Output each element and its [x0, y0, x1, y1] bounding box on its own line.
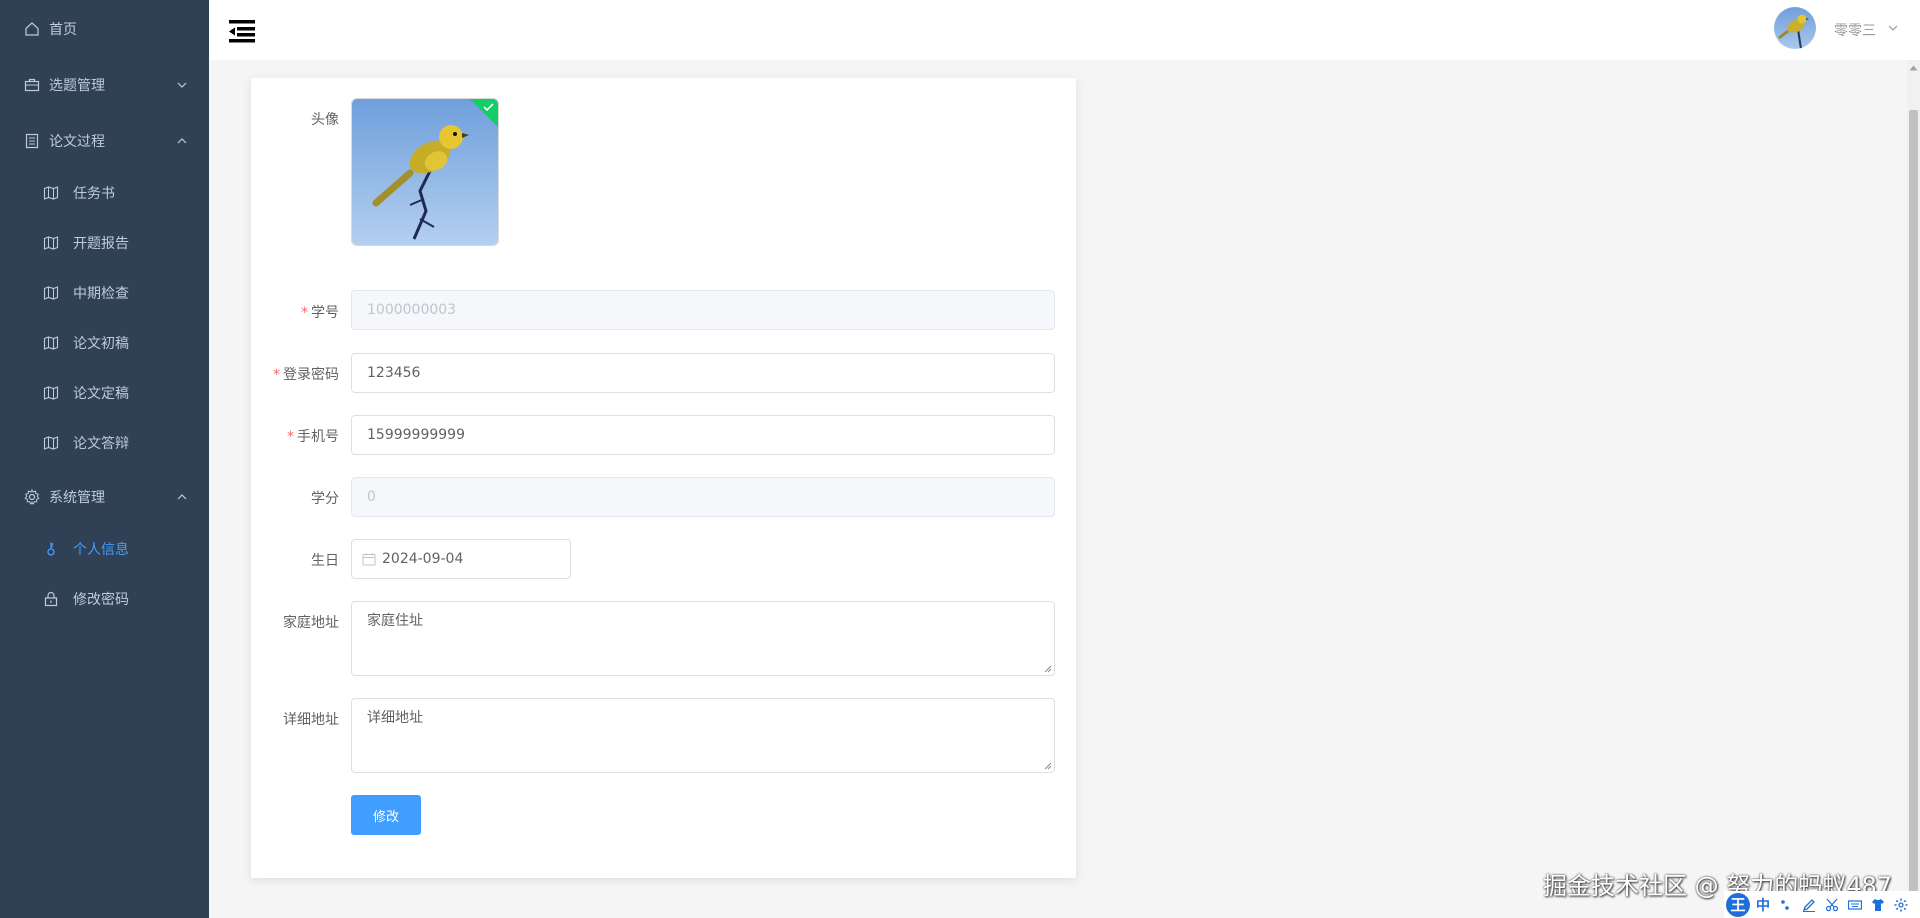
birthday-value: 2024-09-04: [382, 551, 464, 567]
sidebar-item-label: 论文过程: [49, 134, 105, 150]
map-icon: [43, 235, 59, 251]
student-id-label: * 学号: [301, 305, 339, 321]
settings-icon[interactable]: [1894, 898, 1908, 912]
gear-icon: [24, 489, 40, 505]
scroll-thumb[interactable]: [1909, 110, 1918, 918]
sidebar-item-label: 首页: [49, 22, 77, 38]
resize-handle-icon[interactable]: [1044, 665, 1052, 673]
user-name[interactable]: 零零三: [1834, 20, 1876, 40]
avatar-uploader[interactable]: [351, 98, 499, 246]
sidebar-item-label: 中期检查: [73, 286, 129, 302]
chevron-up-icon: [177, 136, 187, 146]
calendar-icon: [362, 552, 376, 566]
sidebar-item-label: 论文定稿: [73, 386, 129, 402]
chevron-down-icon[interactable]: [1888, 24, 1898, 32]
upload-success-icon: [470, 99, 498, 127]
sidebar-item-personal-info[interactable]: 个人信息: [0, 524, 209, 574]
ime-logo[interactable]: 王: [1726, 892, 1750, 917]
credits-input: 0: [351, 477, 1055, 517]
key-icon: [43, 541, 59, 557]
skin-shirt-icon[interactable]: [1871, 898, 1885, 912]
sidebar-item-topic-management[interactable]: 选题管理: [0, 57, 209, 113]
chevron-down-icon: [177, 80, 187, 90]
detail-address-textarea[interactable]: 详细地址: [351, 698, 1055, 773]
sidebar-item-final-draft[interactable]: 论文定稿: [0, 368, 209, 418]
pen-icon[interactable]: [1802, 898, 1816, 912]
phone-label: * 手机号: [287, 429, 339, 445]
detail-address-value: 详细地址: [367, 710, 423, 726]
page-scrollbar[interactable]: [1907, 60, 1920, 918]
sidebar-item-thesis-process[interactable]: 论文过程: [0, 113, 209, 169]
top-header: [209, 0, 1920, 60]
map-icon: [43, 435, 59, 451]
password-input[interactable]: 123456: [351, 353, 1055, 393]
resize-handle-icon[interactable]: [1044, 762, 1052, 770]
sidebar-item-label: 系统管理: [49, 490, 105, 506]
document-icon: [24, 133, 40, 149]
home-address-value: 家庭住址: [367, 613, 423, 629]
phone-input[interactable]: 15999999999: [351, 415, 1055, 455]
sidebar-item-home[interactable]: 首页: [0, 1, 209, 57]
detail-address-label: 详细地址: [283, 712, 339, 728]
punctuation-icon[interactable]: [1779, 898, 1793, 912]
sidebar-item-label: 修改密码: [73, 592, 129, 608]
user-avatar[interactable]: [1774, 7, 1816, 49]
modify-button[interactable]: 修改: [351, 795, 421, 835]
sidebar-item-system-management[interactable]: 系统管理: [0, 469, 209, 525]
map-icon: [43, 335, 59, 351]
sidebar-item-midterm-check[interactable]: 中期检查: [0, 268, 209, 318]
map-icon: [43, 185, 59, 201]
home-address-textarea[interactable]: 家庭住址: [351, 601, 1055, 676]
sidebar-item-proposal-report[interactable]: 开题报告: [0, 218, 209, 268]
sidebar-item-first-draft[interactable]: 论文初稿: [0, 318, 209, 368]
scissors-icon[interactable]: [1825, 898, 1839, 912]
home-icon: [24, 21, 40, 37]
map-icon: [43, 285, 59, 301]
sidebar: 首页 选题管理 论文过程 任务书 开题报告 中期检查 论文初稿 论文定稿 论文答…: [0, 0, 209, 918]
birthday-label: 生日: [311, 553, 339, 569]
password-label: * 登录密码: [273, 367, 339, 383]
sidebar-item-label: 开题报告: [73, 236, 129, 252]
menu-toggle-icon[interactable]: [229, 19, 255, 43]
sidebar-item-label: 选题管理: [49, 78, 105, 94]
keyboard-icon[interactable]: [1848, 898, 1862, 912]
ime-mode-indicator[interactable]: 中: [1756, 895, 1770, 915]
sidebar-item-label: 个人信息: [73, 542, 129, 558]
briefcase-icon: [24, 77, 40, 93]
home-address-label: 家庭地址: [283, 615, 339, 631]
sidebar-item-task-book[interactable]: 任务书: [0, 168, 209, 218]
scroll-up-arrow-icon[interactable]: [1909, 64, 1918, 72]
avatar-label: 头像: [311, 112, 339, 128]
student-id-input: 1000000003: [351, 290, 1055, 330]
sidebar-item-label: 论文初稿: [73, 336, 129, 352]
sidebar-item-change-password[interactable]: 修改密码: [0, 574, 209, 624]
chevron-up-icon: [177, 492, 187, 502]
sidebar-item-label: 任务书: [73, 186, 115, 202]
ime-toolbar: 王 中: [1724, 891, 1920, 918]
sidebar-item-label: 论文答辩: [73, 436, 129, 452]
birthday-date-picker[interactable]: 2024-09-04: [351, 539, 571, 579]
credits-label: 学分: [311, 491, 339, 507]
sidebar-item-defense[interactable]: 论文答辩: [0, 418, 209, 468]
map-icon: [43, 385, 59, 401]
lock-icon: [43, 591, 59, 607]
